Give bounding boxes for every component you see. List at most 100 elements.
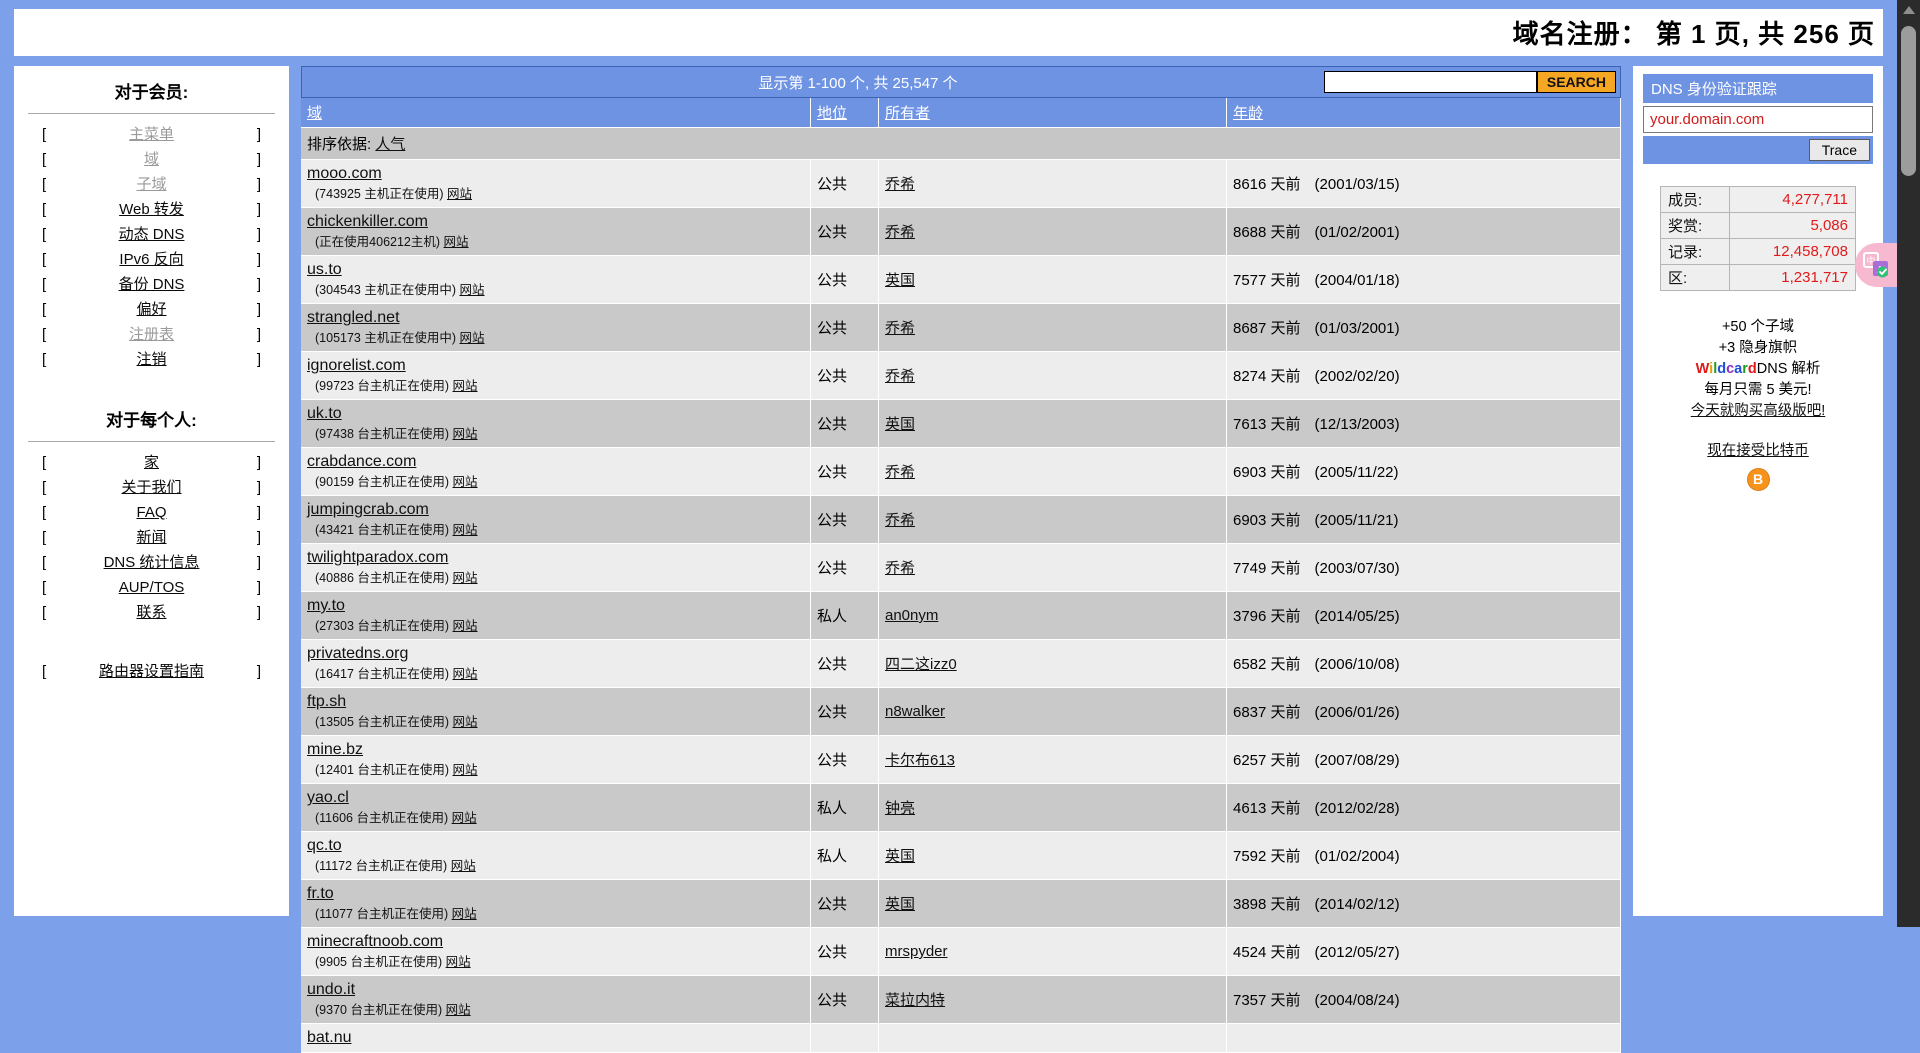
domain-link[interactable]: mine.bz — [307, 741, 363, 758]
sidebar-item-everyone-3[interactable]: [新闻] — [14, 525, 289, 550]
website-link[interactable]: 网站 — [459, 331, 484, 345]
sidebar-item-label[interactable]: DNS 统计信息 — [104, 554, 200, 571]
sidebar-item-router-guide[interactable]: [ 路由器设置指南 ] — [14, 659, 289, 684]
domain-link[interactable]: us.to — [307, 261, 342, 278]
sidebar-item-label[interactable]: 动态 DNS — [119, 226, 185, 243]
website-link[interactable]: 网站 — [452, 907, 477, 921]
column-header-owner[interactable]: 所有者 — [879, 98, 1227, 128]
owner-link[interactable]: 英国 — [885, 896, 915, 913]
owner-link[interactable]: an0nym — [885, 607, 938, 624]
owner-link[interactable]: 乔希 — [885, 464, 915, 481]
sidebar-item-everyone-6[interactable]: [联系] — [14, 600, 289, 625]
website-link[interactable]: 网站 — [453, 619, 478, 633]
sidebar-item-everyone-2[interactable]: [FAQ] — [14, 500, 289, 525]
search-input[interactable] — [1324, 71, 1537, 93]
owner-link[interactable]: 乔希 — [885, 176, 915, 193]
owner-link[interactable]: 英国 — [885, 416, 915, 433]
sidebar-item-member-7[interactable]: [偏好] — [14, 297, 289, 322]
column-header-age[interactable]: 年龄 — [1227, 98, 1621, 128]
sidebar-item-label[interactable]: 注册表 — [129, 326, 174, 343]
sidebar-item-everyone-0[interactable]: [家] — [14, 450, 289, 475]
trace-domain-input[interactable] — [1643, 106, 1873, 133]
website-link[interactable]: 网站 — [446, 955, 471, 969]
translate-extension-badge[interactable]: 中 A — [1855, 243, 1897, 287]
column-header-domain[interactable]: 域 — [301, 98, 811, 128]
sidebar-item-label[interactable]: 子域 — [136, 176, 166, 193]
website-link[interactable]: 网站 — [446, 1003, 471, 1017]
website-link[interactable]: 网站 — [453, 715, 478, 729]
owner-link[interactable]: 英国 — [885, 848, 915, 865]
sidebar-item-member-1[interactable]: [域] — [14, 147, 289, 172]
sidebar-item-label[interactable]: AUP/TOS — [119, 579, 185, 596]
promo-cta-link[interactable]: 今天就购买高级版吧! — [1691, 403, 1826, 419]
column-header-status[interactable]: 地位 — [811, 98, 879, 128]
website-link[interactable]: 网站 — [459, 283, 484, 297]
sidebar-item-label[interactable]: Web 转发 — [119, 201, 184, 218]
page-scrollbar[interactable] — [1897, 0, 1920, 927]
sidebar-item-label[interactable]: 路由器设置指南 — [99, 663, 204, 680]
website-link[interactable]: 网站 — [451, 859, 476, 873]
owner-link[interactable]: 乔希 — [885, 512, 915, 529]
sidebar-item-member-3[interactable]: [Web 转发] — [14, 197, 289, 222]
sidebar-item-label[interactable]: 主菜单 — [129, 126, 174, 143]
owner-link[interactable]: 乔希 — [885, 320, 915, 337]
sidebar-item-label[interactable]: 域 — [144, 151, 159, 168]
owner-link[interactable]: 乔希 — [885, 560, 915, 577]
owner-link[interactable]: 乔希 — [885, 224, 915, 241]
search-button[interactable]: SEARCH — [1537, 71, 1616, 93]
sidebar-item-everyone-4[interactable]: [DNS 统计信息] — [14, 550, 289, 575]
domain-link[interactable]: jumpingcrab.com — [307, 501, 429, 518]
owner-link[interactable]: 钟亮 — [885, 800, 915, 817]
scrollbar-up-arrow[interactable] — [1897, 0, 1920, 20]
website-link[interactable]: 网站 — [453, 763, 478, 777]
sidebar-item-member-2[interactable]: [子域] — [14, 172, 289, 197]
domain-link[interactable]: minecraftnoob.com — [307, 933, 443, 950]
column-header-owner-link[interactable]: 所有者 — [885, 105, 930, 122]
sidebar-item-label[interactable]: 新闻 — [136, 529, 166, 546]
trace-button[interactable]: Trace — [1809, 139, 1870, 161]
owner-link[interactable]: 菜拉内特 — [885, 992, 945, 1009]
sidebar-item-label[interactable]: 家 — [144, 454, 159, 471]
website-link[interactable]: 网站 — [444, 235, 469, 249]
domain-link[interactable]: fr.to — [307, 885, 334, 902]
sidebar-item-member-5[interactable]: [IPv6 反向] — [14, 247, 289, 272]
website-link[interactable]: 网站 — [453, 667, 478, 681]
domain-link[interactable]: mooo.com — [307, 165, 382, 182]
sidebar-item-label[interactable]: 备份 DNS — [119, 276, 185, 293]
website-link[interactable]: 网站 — [453, 571, 478, 585]
sidebar-item-member-4[interactable]: [动态 DNS] — [14, 222, 289, 247]
website-link[interactable]: 网站 — [453, 379, 478, 393]
sidebar-item-label[interactable]: 偏好 — [136, 301, 166, 318]
domain-link[interactable]: undo.it — [307, 981, 355, 998]
domain-link[interactable]: crabdance.com — [307, 453, 416, 470]
domain-link[interactable]: strangled.net — [307, 309, 400, 326]
domain-link[interactable]: ignorelist.com — [307, 357, 406, 374]
sidebar-item-label[interactable]: 关于我们 — [121, 479, 181, 496]
owner-link[interactable]: 卡尔布613 — [885, 752, 955, 769]
domain-link[interactable]: ftp.sh — [307, 693, 346, 710]
sidebar-item-label[interactable]: 注销 — [136, 351, 166, 368]
domain-link[interactable]: privatedns.org — [307, 645, 408, 662]
sidebar-item-member-0[interactable]: [主菜单] — [14, 122, 289, 147]
sidebar-item-everyone-1[interactable]: [关于我们] — [14, 475, 289, 500]
domain-link[interactable]: bat.nu — [307, 1029, 351, 1046]
domain-link[interactable]: qc.to — [307, 837, 342, 854]
website-link[interactable]: 网站 — [453, 523, 478, 537]
owner-link[interactable]: mrspyder — [885, 943, 948, 960]
sidebar-item-label[interactable]: 联系 — [136, 604, 166, 621]
domain-link[interactable]: twilightparadox.com — [307, 549, 448, 566]
domain-link[interactable]: uk.to — [307, 405, 342, 422]
domain-link[interactable]: yao.cl — [307, 789, 349, 806]
sidebar-item-label[interactable]: IPv6 反向 — [119, 251, 183, 268]
owner-link[interactable]: 英国 — [885, 272, 915, 289]
owner-link[interactable]: n8walker — [885, 703, 945, 720]
owner-link[interactable]: 四二这izz0 — [885, 656, 957, 673]
domain-link[interactable]: chickenkiller.com — [307, 213, 428, 230]
column-header-age-link[interactable]: 年龄 — [1233, 105, 1263, 122]
website-link[interactable]: 网站 — [453, 475, 478, 489]
sidebar-item-member-8[interactable]: [注册表] — [14, 322, 289, 347]
column-header-status-link[interactable]: 地位 — [817, 105, 847, 122]
owner-link[interactable]: 乔希 — [885, 368, 915, 385]
sort-value-link[interactable]: 人气 — [375, 136, 405, 153]
website-link[interactable]: 网站 — [453, 427, 478, 441]
